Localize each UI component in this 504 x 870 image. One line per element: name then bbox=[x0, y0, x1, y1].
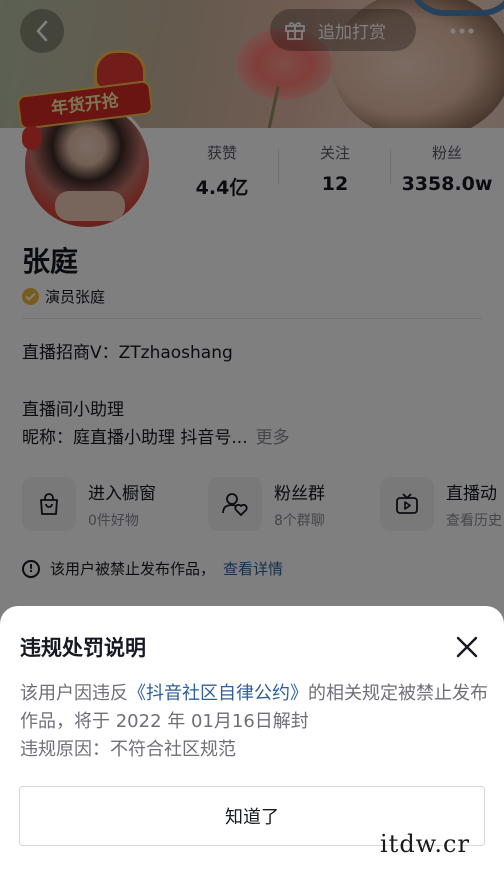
sheet-message: 该用户因违反《抖音社区自律公约》的相关规定被禁止发布作品，将于 2022 年 0… bbox=[20, 680, 490, 764]
close-icon bbox=[456, 636, 478, 658]
community-guideline-link[interactable]: 《抖音社区自律公约》 bbox=[128, 683, 308, 704]
violation-reason: 违规原因：不符合社区规范 bbox=[20, 739, 236, 760]
sheet-title: 违规处罚说明 bbox=[20, 636, 146, 660]
watermark: itdw.cr bbox=[380, 830, 470, 858]
close-button[interactable] bbox=[450, 630, 484, 664]
msg-prefix: 该用户因违反 bbox=[20, 683, 128, 704]
